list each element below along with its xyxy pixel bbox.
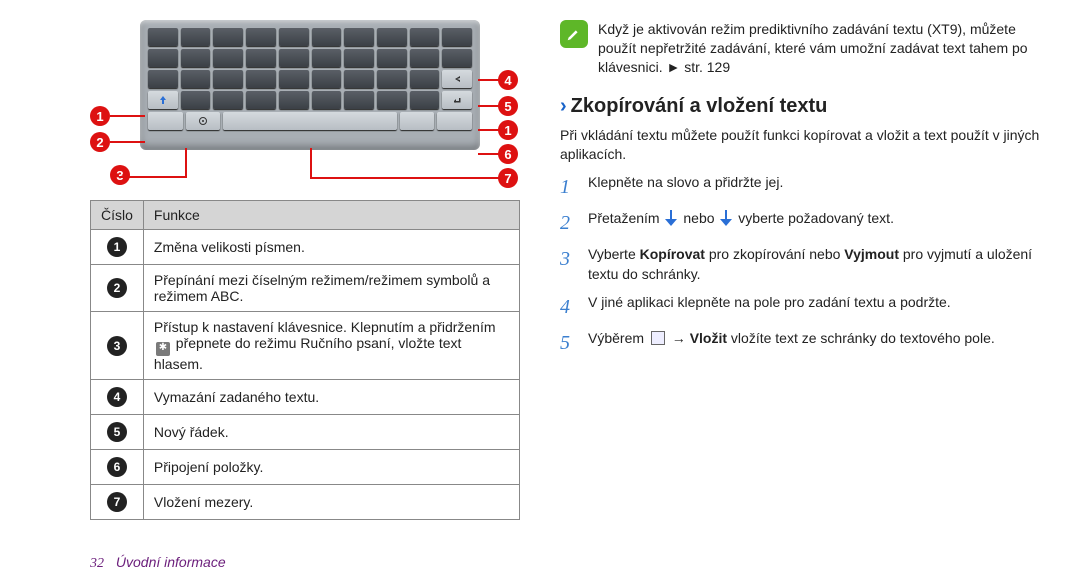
clipboard-icon — [651, 331, 665, 345]
table-row: 7 Vložení mezery. — [91, 485, 520, 520]
breadcrumb: Úvodní informace — [116, 554, 226, 570]
step-4: 4 V jiné aplikaci klepněte na pole pro z… — [560, 293, 1050, 321]
step-2: 2 Přetažením nebo vyberte požadovaný tex… — [560, 209, 1050, 237]
selection-handle-left-icon — [665, 210, 677, 226]
chevron-icon: › — [560, 95, 567, 117]
callout-5-right: 5 — [498, 96, 518, 116]
gear-icon — [156, 342, 170, 356]
tip-box: Když je aktivován režim prediktivního za… — [560, 20, 1050, 77]
row-text-4: Vymazání zadaného textu. — [143, 380, 519, 415]
keyboard-body — [140, 20, 480, 150]
row-num-7: 7 — [107, 492, 127, 512]
callout-6-right: 6 — [498, 144, 518, 164]
step-5: 5 Výběrem → Vložit vložíte text ze schrá… — [560, 329, 1050, 357]
callout-1-left: 1 — [90, 106, 110, 126]
callout-4-right: 4 — [498, 70, 518, 90]
function-table: Číslo Funkce 1 Změna velikosti písmen. 2… — [90, 200, 520, 520]
callout-1-right: 1 — [498, 120, 518, 140]
step-1: 1 Klepněte na slovo a přidržte jej. — [560, 173, 1050, 201]
section-intro: Při vkládání textu můžete použít funkci … — [560, 126, 1050, 164]
row-text-5: Nový řádek. — [143, 415, 519, 450]
pen-icon — [560, 20, 588, 48]
table-row: 3 Přístup k nastavení klávesnice. Klepnu… — [91, 312, 520, 380]
table-row: 5 Nový řádek. — [91, 415, 520, 450]
table-header-num: Číslo — [91, 201, 144, 230]
table-row: 4 Vymazání zadaného textu. — [91, 380, 520, 415]
selection-handle-right-icon — [720, 210, 732, 226]
section-heading: ›Zkopírování a vložení textu — [560, 95, 1050, 118]
row-num-3: 3 — [107, 336, 127, 356]
tip-text: Když je aktivován režim prediktivního za… — [598, 20, 1050, 77]
keyboard-diagram: 1 2 3 4 5 1 6 7 — [90, 20, 520, 180]
row-text-2: Přepínání mezi číselným režimem/režimem … — [143, 265, 519, 312]
row-text-6: Připojení položky. — [143, 450, 519, 485]
table-row: 2 Přepínání mezi číselným režimem/režime… — [91, 265, 520, 312]
row-text-1: Změna velikosti písmen. — [143, 230, 519, 265]
page-footer: 32 Úvodní informace — [90, 554, 226, 572]
table-row: 6 Připojení položky. — [91, 450, 520, 485]
page-number: 32 — [90, 556, 104, 571]
row-num-1: 1 — [107, 237, 127, 257]
row-num-2: 2 — [107, 278, 127, 298]
callout-2-left: 2 — [90, 132, 110, 152]
callout-3-left: 3 — [110, 165, 130, 185]
row-text-7: Vložení mezery. — [143, 485, 519, 520]
row-num-5: 5 — [107, 422, 127, 442]
row-num-4: 4 — [107, 387, 127, 407]
steps-list: 1 Klepněte na slovo a přidržte jej. 2 Př… — [560, 173, 1050, 356]
step-3: 3 Vyberte Kopírovat pro zkopírování nebo… — [560, 245, 1050, 284]
row-num-6: 6 — [107, 457, 127, 477]
table-row: 1 Změna velikosti písmen. — [91, 230, 520, 265]
table-header-fn: Funkce — [143, 201, 519, 230]
row-text-3: Přístup k nastavení klávesnice. Klepnutí… — [143, 312, 519, 380]
